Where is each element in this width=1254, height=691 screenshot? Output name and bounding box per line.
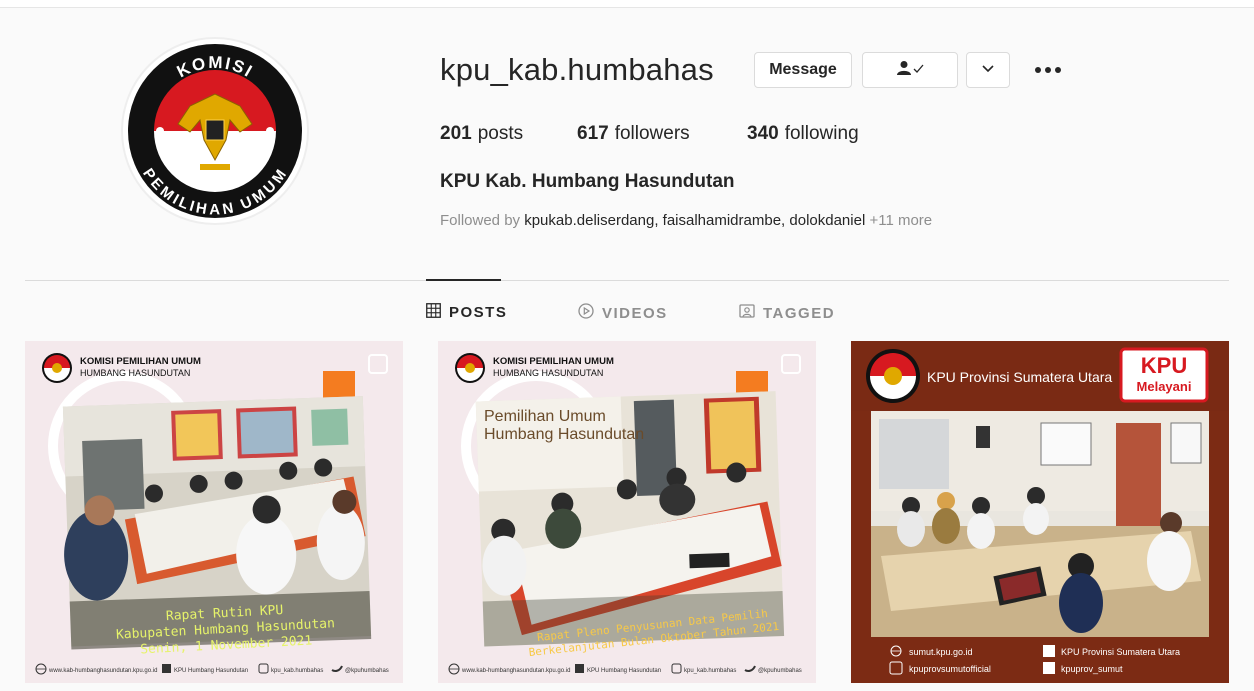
message-button[interactable]: Message bbox=[754, 52, 852, 88]
more-options-button[interactable] bbox=[1030, 58, 1066, 82]
followed-by-line[interactable]: Followed by kpukab.deliserdang, faisalha… bbox=[440, 212, 932, 229]
dot-icon bbox=[1055, 67, 1061, 73]
post-org-line2: HUMBANG HASUNDUTAN bbox=[80, 368, 190, 378]
post-footer-ig: kpuprovsumutofficial bbox=[909, 664, 991, 674]
post-footer-site: www.kab-humbanghasundutan.kpu.go.id bbox=[461, 668, 570, 674]
badge-line2: Melayani bbox=[1137, 379, 1192, 394]
tab-tagged-label: TAGGED bbox=[763, 304, 836, 322]
kpu-logo-icon bbox=[42, 353, 72, 383]
post-thumbnail[interactable]: KOMISI PEMILIHAN UMUM HUMBANG HASUNDUTAN bbox=[25, 341, 403, 683]
posts-label: posts bbox=[477, 123, 524, 144]
active-tab-indicator bbox=[426, 279, 501, 281]
post-org-line1: KOMISI PEMILIHAN UMUM bbox=[493, 356, 614, 367]
post-org-line2: HUMBANG HASUNDUTAN bbox=[493, 368, 603, 378]
meeting-photo bbox=[871, 411, 1209, 637]
followers-count: 617 bbox=[577, 123, 609, 144]
follower-name[interactable]: faisalhamidrambe bbox=[663, 212, 781, 229]
following-stat[interactable]: 340 following bbox=[747, 123, 859, 145]
kpu-logo-icon bbox=[866, 349, 920, 403]
chevron-down-icon bbox=[981, 61, 995, 79]
tag-user-icon bbox=[739, 303, 755, 323]
tab-videos[interactable]: VIDEOS bbox=[578, 303, 668, 323]
tab-videos-label: VIDEOS bbox=[602, 304, 668, 322]
followers-stat[interactable]: 617 followers bbox=[577, 123, 747, 145]
twitter-icon bbox=[1043, 662, 1055, 674]
person-check-icon bbox=[895, 60, 925, 81]
suggested-accounts-button[interactable] bbox=[966, 52, 1010, 88]
kpu-logo-icon bbox=[455, 353, 485, 383]
follower-name[interactable]: kpukab.deliserdang bbox=[524, 212, 654, 229]
section-divider bbox=[25, 280, 1229, 281]
post-footer-ig: kpu_kab.humbahas bbox=[271, 668, 323, 674]
profile-avatar[interactable]: KOMISI PEMILIHAN UMUM bbox=[120, 36, 310, 226]
followed-by-more[interactable]: +11 more bbox=[869, 212, 932, 229]
post-footer-fb: KPU Humbang Hasundutan bbox=[174, 668, 248, 674]
post-thumbnail[interactable]: KOMISI PEMILIHAN UMUM HUMBANG HASUNDUTAN… bbox=[438, 341, 816, 683]
post-banner-line1: Pemilihan Umum bbox=[484, 408, 606, 425]
follower-name[interactable]: dolokdaniel bbox=[789, 212, 865, 229]
post-banner-line2: Humbang Hasundutan bbox=[484, 426, 644, 443]
post-footer-fb: KPU Provinsi Sumatera Utara bbox=[1061, 647, 1180, 657]
post-footer-fb: KPU Humbang Hasundutan bbox=[587, 668, 661, 674]
facebook-icon bbox=[575, 664, 584, 673]
post-footer-tw: @kpuhumbahas bbox=[758, 668, 802, 674]
top-bar bbox=[0, 0, 1254, 8]
post-thumbnail[interactable]: KPU Provinsi Sumatera Utara KPU Melayani bbox=[851, 341, 1229, 683]
post-footer-site: www.kab-humbanghasundutan.kpu.go.id bbox=[48, 668, 157, 674]
tab-posts[interactable]: POSTS bbox=[426, 303, 507, 322]
posts-stat: 201 posts bbox=[440, 123, 577, 145]
tab-tagged[interactable]: TAGGED bbox=[739, 303, 835, 323]
profile-username: kpu_kab.humbahas bbox=[440, 52, 714, 87]
post-footer-tw: @kpuhumbahas bbox=[345, 668, 389, 674]
post-org-line1: KOMISI PEMILIHAN UMUM bbox=[80, 356, 201, 367]
profile-full-name: KPU Kab. Humbang Hasundutan bbox=[440, 171, 735, 192]
following-count: 340 bbox=[747, 123, 779, 144]
facebook-icon bbox=[1043, 645, 1055, 657]
post-footer-tw: kpuprov_sumut bbox=[1061, 664, 1123, 674]
dot-icon bbox=[1045, 67, 1051, 73]
post-footer-ig: kpu_kab.humbahas bbox=[684, 668, 736, 674]
post-title: KPU Provinsi Sumatera Utara bbox=[927, 369, 1112, 385]
post-footer-site: sumut.kpu.go.id bbox=[909, 647, 973, 657]
facebook-icon bbox=[162, 664, 171, 673]
following-label: following bbox=[784, 123, 859, 144]
profile-stats: 201 posts 617 followers 340 following bbox=[440, 123, 859, 145]
followers-label: followers bbox=[614, 123, 690, 144]
followed-by-prefix: Followed by bbox=[440, 212, 521, 229]
following-button[interactable] bbox=[862, 52, 958, 88]
tab-posts-label: POSTS bbox=[449, 304, 508, 321]
play-circle-icon bbox=[578, 303, 594, 323]
posts-count: 201 bbox=[440, 123, 472, 144]
grid-icon bbox=[426, 303, 441, 322]
dot-icon bbox=[1035, 67, 1041, 73]
badge-line1: KPU bbox=[1141, 353, 1187, 378]
